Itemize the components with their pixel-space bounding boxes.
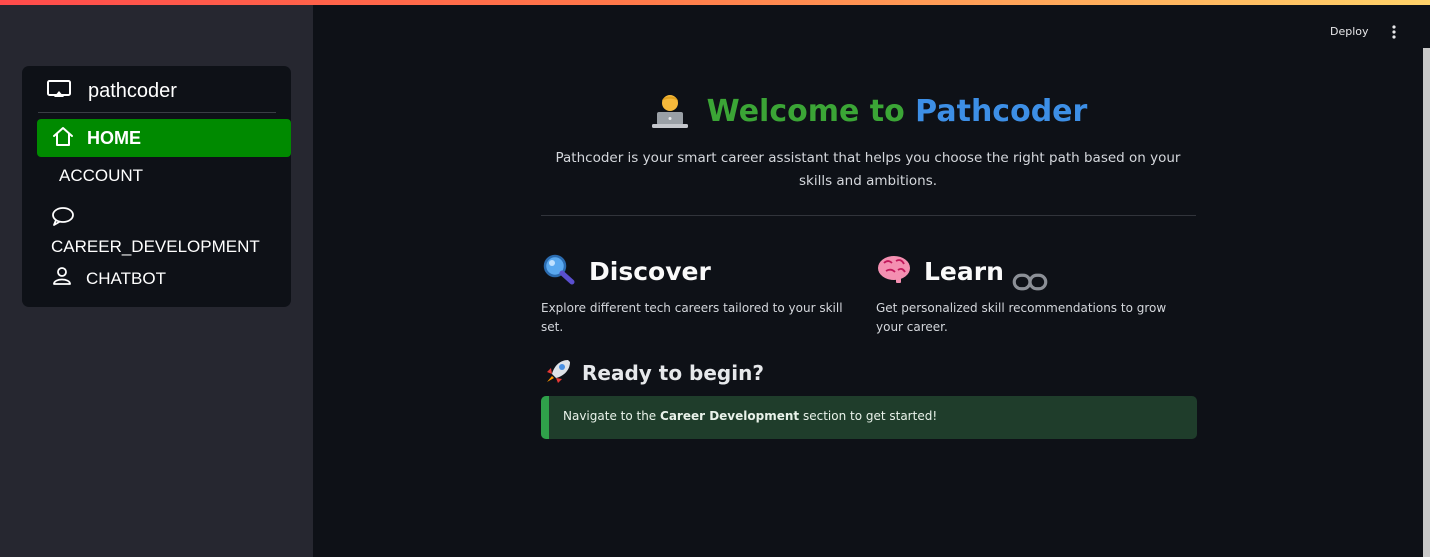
feature-title: Discover	[589, 256, 711, 286]
divider	[541, 215, 1196, 216]
alert-text-prefix: Navigate to the	[563, 409, 661, 423]
cast-icon	[46, 79, 72, 103]
feature-description: Get personalized skill recommendations t…	[876, 301, 1167, 334]
chat-bubble-icon	[51, 207, 75, 230]
hero: Welcome to Pathcoder	[313, 93, 1423, 133]
nav-menu: pathcoder HOME ACCOUNT CAREER_DEVELOPMEN…	[22, 66, 291, 307]
alert-text-suffix: section to get started!	[799, 409, 938, 423]
brain-emoji-icon	[876, 253, 912, 289]
brand-name: pathcoder	[88, 79, 177, 102]
home-icon	[51, 125, 75, 151]
feature-discover: Discover Explore different tech careers …	[541, 253, 861, 337]
title-part-pathcoder: Pathcoder	[915, 93, 1088, 129]
alert-text: Navigate to the Career Development secti…	[563, 409, 937, 423]
feature-description: Explore different tech careers tailored …	[541, 301, 843, 334]
sidebar-item-label: CAREER_DEVELOPMENT	[51, 237, 260, 256]
technologist-emoji-icon	[649, 93, 691, 129]
magnifier-emoji-icon	[541, 253, 577, 289]
main-content: Welcome to Pathcoder Pathcoder is your s…	[313, 5, 1423, 557]
feature-learn: Learn Get personalized skill recommendat…	[876, 253, 1196, 337]
page-title: Welcome to Pathcoder	[707, 94, 1088, 129]
alert-accent-bar	[541, 396, 549, 439]
brand-divider	[38, 112, 276, 113]
intro-text: Pathcoder is your smart career assistant…	[555, 150, 1181, 189]
sidebar-item-account[interactable]: ACCOUNT	[59, 166, 143, 186]
sidebar-item-label: CHATBOT	[86, 268, 166, 288]
scrollbar[interactable]	[1423, 48, 1430, 557]
rocket-emoji-icon	[544, 358, 572, 388]
sidebar-item-label: ACCOUNT	[59, 166, 144, 185]
sidebar-item-home[interactable]: HOME	[37, 119, 291, 157]
brand: pathcoder	[46, 78, 177, 104]
alert-text-bold: Career Development	[660, 409, 800, 423]
ready-heading: Ready to begin?	[544, 358, 764, 388]
sidebar-item-career-development[interactable]: CAREER_DEVELOPMENT	[51, 206, 260, 257]
success-alert: Navigate to the Career Development secti…	[541, 396, 1197, 439]
sidebar-item-chatbot[interactable]: CHATBOT	[52, 266, 166, 291]
sidebar: pathcoder HOME ACCOUNT CAREER_DEVELOPMEN…	[0, 5, 313, 557]
title-part-welcome: Welcome to	[706, 93, 905, 129]
feature-title: Learn	[924, 256, 1004, 286]
sidebar-item-label: HOME	[87, 127, 141, 148]
link-icon[interactable]	[1012, 266, 1048, 291]
user-icon	[52, 266, 72, 291]
ready-title: Ready to begin?	[582, 361, 764, 385]
